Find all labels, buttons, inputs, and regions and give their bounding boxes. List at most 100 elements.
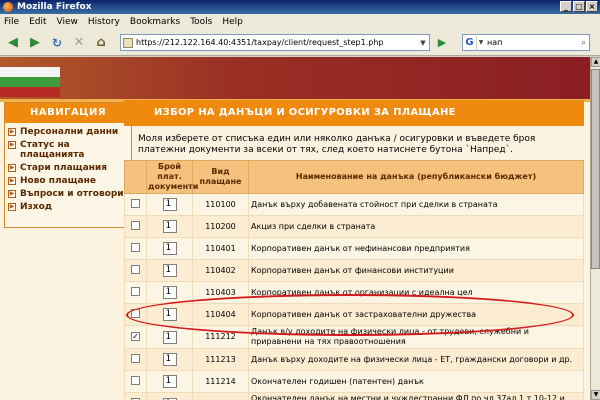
- row-tax-name: Данък върху доходите на физически лица -…: [248, 348, 584, 371]
- arrow-bullet-icon: ▶: [8, 128, 16, 136]
- sidebar-item-logout[interactable]: ▶ Изход: [8, 202, 128, 212]
- table-row: 1 111213 Данък върху доходите на физически…: [124, 348, 584, 371]
- back-arrow-icon[interactable]: ◀: [4, 34, 22, 52]
- row-checkbox[interactable]: [131, 220, 140, 230]
- sidebar-item-label: Статус на плащанията: [20, 140, 85, 160]
- row-tax-name: Окончателен годишен (патентен) данък: [248, 370, 584, 393]
- navigation-sidebar: НАВИГАЦИЯ ▶ Персонални данни ▶ Статус на п…: [4, 102, 132, 228]
- table-row: 1 111214 Окончателен годишен (патентен) да…: [124, 370, 584, 393]
- sidebar-item-old-payments[interactable]: ▶ Стари плащания: [8, 163, 128, 173]
- row-select-cell: [124, 281, 147, 304]
- stop-icon[interactable]: ✕: [70, 34, 88, 52]
- sidebar-item-payment-status[interactable]: ▶ Статус на плащанията: [8, 140, 128, 160]
- row-select-cell: [124, 392, 147, 400]
- vertical-scrollbar[interactable]: ▲ ▼: [590, 57, 600, 400]
- forward-arrow-icon[interactable]: ▶: [26, 34, 44, 52]
- row-code: 110200: [192, 215, 249, 238]
- arrow-bullet-icon: ▶: [8, 190, 16, 198]
- home-icon[interactable]: ⌂: [92, 34, 110, 52]
- menu-view[interactable]: View: [57, 17, 78, 27]
- scroll-down-icon[interactable]: ▼: [591, 390, 600, 400]
- row-checkbox[interactable]: [131, 242, 140, 252]
- sidebar-item-label: Изход: [20, 202, 53, 212]
- site-banner: [0, 57, 590, 99]
- row-checkbox[interactable]: [131, 375, 140, 385]
- row-count-cell: 1: [146, 193, 193, 216]
- sidebar-item-personal-data[interactable]: ▶ Персонални данни: [8, 127, 128, 137]
- firefox-icon: [3, 2, 13, 12]
- row-checkbox[interactable]: [131, 264, 140, 274]
- window-controls: _ □ ×: [560, 1, 598, 12]
- scroll-thumb[interactable]: [591, 69, 600, 269]
- arrow-bullet-icon: ▶: [8, 177, 16, 185]
- menu-history[interactable]: History: [88, 17, 120, 27]
- row-tax-name: Корпоративен данък от нефинансови предпр…: [248, 237, 584, 260]
- search-engine-dropdown-icon[interactable]: ▼: [477, 39, 485, 46]
- maximize-button[interactable]: □: [573, 1, 585, 12]
- menu-file[interactable]: File: [4, 17, 19, 27]
- document-count-input[interactable]: 1: [162, 264, 177, 277]
- table-row: 1111217Окончателен данък на местни и чуж…: [124, 392, 584, 400]
- window-title-bar: Mozilla Firefox _ □ ×: [0, 0, 600, 14]
- page-icon: [123, 37, 133, 48]
- tax-table-container: Брой плат. документи Вид плащане Наимено…: [124, 160, 584, 400]
- row-code: 111213: [192, 348, 249, 371]
- row-tax-name: Корпоративен данък от финансови институц…: [248, 259, 584, 282]
- sidebar-title: НАВИГАЦИЯ: [5, 103, 131, 123]
- minimize-button[interactable]: _: [560, 1, 572, 12]
- row-count-cell: 1: [146, 392, 193, 400]
- menu-bookmarks[interactable]: Bookmarks: [130, 17, 180, 27]
- document-count-input[interactable]: 1: [162, 220, 177, 233]
- tax-table: Брой плат. документи Вид плащане Наимено…: [124, 160, 584, 400]
- sidebar-item-label: Персонални данни: [20, 127, 119, 137]
- row-count-cell: 1: [146, 370, 193, 393]
- document-count-input[interactable]: 1: [162, 198, 177, 211]
- row-count-cell: 1: [146, 348, 193, 371]
- table-row: 1 110100 Данък върху добавената стойност п…: [124, 193, 584, 216]
- row-select-cell: [124, 193, 147, 216]
- row-tax-name: Акциз при сделки в страната: [248, 215, 584, 238]
- google-icon[interactable]: G: [463, 35, 477, 50]
- search-icon[interactable]: ⌕: [581, 38, 586, 48]
- sidebar-item-faq[interactable]: ▶ Въпроси и отговори: [8, 189, 128, 199]
- menu-tools[interactable]: Tools: [190, 17, 212, 27]
- col-header-count: Брой плат. документи: [146, 160, 198, 194]
- chevron-down-icon[interactable]: ▼: [417, 39, 429, 47]
- sidebar-item-label: Въпроси и отговори: [20, 189, 124, 199]
- table-row: 1 110401 Корпоративен данък от нефинансови…: [124, 237, 584, 260]
- reload-icon[interactable]: ↻: [48, 34, 66, 52]
- go-icon[interactable]: ▶: [434, 35, 450, 51]
- scroll-up-icon[interactable]: ▲: [591, 57, 600, 67]
- sidebar-item-new-payment[interactable]: ▶ Ново плащане: [8, 176, 128, 186]
- document-count-input[interactable]: 1: [162, 353, 177, 366]
- row-code: 111214: [192, 370, 249, 393]
- instructions-text: Моля изберете от списъка един или няколк…: [138, 134, 536, 155]
- document-count-input[interactable]: 1: [162, 375, 177, 388]
- document-count-input[interactable]: 1: [162, 242, 177, 255]
- window-title: Mozilla Firefox: [17, 2, 92, 12]
- menu-bar: File Edit View History Bookmarks Tools H…: [0, 14, 600, 30]
- menu-help[interactable]: Help: [222, 17, 243, 27]
- row-checkbox[interactable]: ✓: [131, 332, 140, 341]
- row-code: 110401: [192, 237, 249, 260]
- address-bar[interactable]: ▼: [120, 34, 430, 51]
- close-button[interactable]: ×: [586, 1, 598, 12]
- col-header-select: [124, 160, 147, 194]
- sidebar-item-label: Стари плащания: [20, 163, 107, 173]
- search-box[interactable]: G ▼ ⌕: [462, 34, 590, 51]
- row-code: 110402: [192, 259, 249, 282]
- row-checkbox[interactable]: [131, 286, 140, 296]
- document-count-input[interactable]: 1: [162, 286, 177, 299]
- arrow-bullet-icon: ▶: [8, 141, 16, 149]
- url-input[interactable]: [136, 38, 416, 47]
- row-checkbox[interactable]: [131, 198, 140, 208]
- arrow-bullet-icon: ▶: [8, 164, 16, 172]
- document-count-input[interactable]: 1: [162, 330, 177, 344]
- menu-edit[interactable]: Edit: [29, 17, 46, 27]
- search-input[interactable]: [487, 38, 567, 47]
- row-select-cell: [124, 237, 147, 260]
- row-select-cell: [124, 215, 147, 238]
- row-count-cell: 1: [146, 215, 193, 238]
- row-checkbox[interactable]: [131, 353, 140, 363]
- bulgarian-flag-icon: [0, 67, 60, 97]
